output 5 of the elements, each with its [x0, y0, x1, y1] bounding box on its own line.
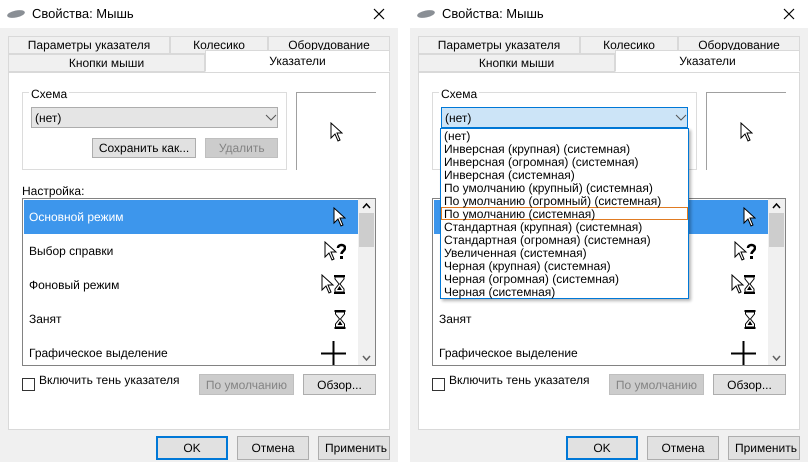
window-title: Свойства: Мышь	[32, 5, 135, 24]
checkbox-label: Включить тень указателя	[39, 372, 181, 388]
window-title: Свойства: Мышь	[442, 5, 545, 24]
section-label: Настройка:	[22, 184, 84, 198]
checkbox-label: Включить тень указателя	[449, 372, 591, 388]
